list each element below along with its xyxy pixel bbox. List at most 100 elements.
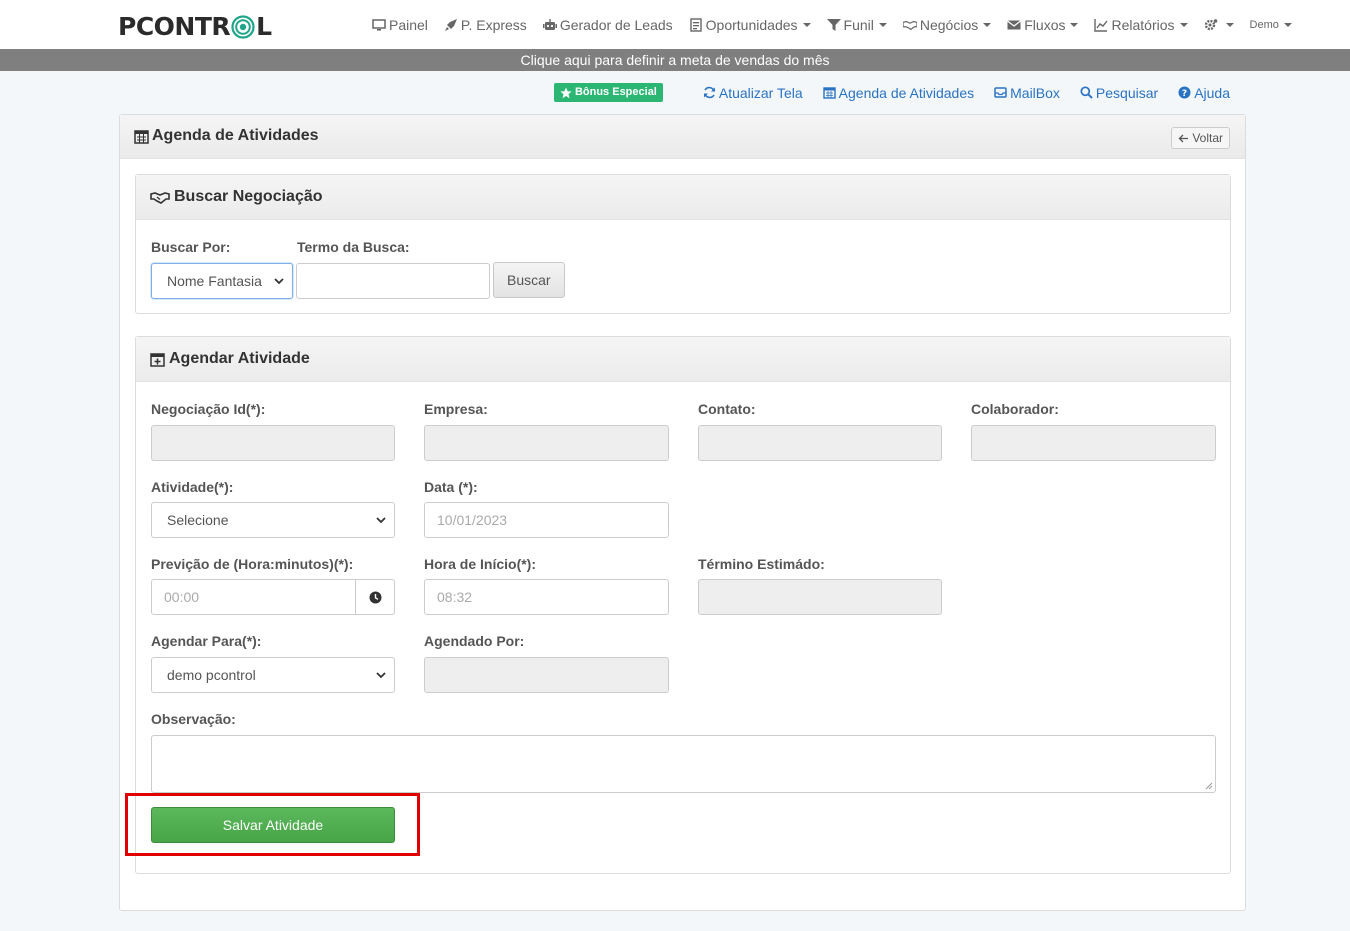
contact-label: Contato: xyxy=(698,401,756,417)
caret-down-icon xyxy=(1225,22,1234,27)
contact-field xyxy=(698,425,942,461)
nav-oportunidades[interactable]: Oportunidades xyxy=(689,17,811,33)
top-navbar: PCONTR L Painel P. Express Gerador de Le… xyxy=(0,0,1350,49)
agenda-panel-header: Agenda de Atividades Voltar xyxy=(120,115,1245,159)
search-link[interactable]: Pesquisar xyxy=(1080,85,1158,101)
refresh-icon xyxy=(703,86,715,99)
collaborator-label: Colaborador: xyxy=(971,401,1059,417)
caret-down-icon xyxy=(802,22,811,27)
search-icon xyxy=(1080,86,1093,99)
caret-down-icon xyxy=(983,22,992,27)
scheduled-by-label: Agendado Por: xyxy=(424,633,525,649)
back-label: Voltar xyxy=(1192,131,1223,145)
document-icon xyxy=(689,17,702,32)
assign-to-value: demo pcontrol xyxy=(167,667,256,683)
bonus-label: Bônus Especial xyxy=(574,86,657,98)
star-icon xyxy=(560,87,572,98)
chevron-down-icon xyxy=(274,277,284,284)
agenda-label: Agenda de Atividades xyxy=(838,84,975,101)
resize-grip-icon[interactable] xyxy=(1205,782,1213,790)
line-chart-icon xyxy=(1094,18,1109,32)
pcontrol-logo[interactable]: PCONTR L xyxy=(118,13,272,41)
nav-gerador-leads[interactable]: Gerador de Leads xyxy=(542,16,673,33)
nav-label: Oportunidades xyxy=(705,16,798,33)
caret-down-icon xyxy=(878,22,887,27)
back-button[interactable]: Voltar xyxy=(1171,127,1230,149)
schedule-panel-title-text: Agendar Atividade xyxy=(169,350,310,367)
agenda-panel: Agenda de Atividades Voltar Buscar Negoc… xyxy=(119,114,1246,911)
schedule-activity-panel: Agendar Atividade Negociação Id(*): Empr… xyxy=(135,336,1231,874)
agenda-link[interactable]: Agenda de Atividades xyxy=(822,84,975,101)
nav-funil[interactable]: Funil xyxy=(826,16,887,33)
chevron-down-icon xyxy=(376,516,386,523)
caret-down-icon xyxy=(1179,22,1188,27)
arrow-left-icon xyxy=(1178,134,1189,142)
caret-down-icon xyxy=(1070,22,1079,27)
question-circle-icon: ? xyxy=(1178,86,1191,99)
search-term-label: Termo da Busca: xyxy=(297,239,410,255)
sales-goal-banner[interactable]: Clique aqui para definir a meta de venda… xyxy=(0,49,1350,71)
calendar-icon xyxy=(134,129,149,144)
date-input[interactable]: 10/01/2023 xyxy=(424,502,669,538)
notes-label: Observação: xyxy=(151,711,236,727)
estimated-end-label: Término Estimádo: xyxy=(698,556,825,572)
date-label: Data (*): xyxy=(424,479,478,495)
search-panel-title-text: Buscar Negociação xyxy=(174,188,323,205)
nav-settings[interactable] xyxy=(1204,18,1234,32)
quick-toolbar: Bônus Especial Atualizar Tela Agenda de … xyxy=(553,82,1230,103)
nav-relatorios[interactable]: Relatórios xyxy=(1094,16,1188,33)
rocket-icon xyxy=(444,18,457,31)
help-link[interactable]: ? Ajuda xyxy=(1178,85,1230,101)
nav-label: Gerador de Leads xyxy=(559,16,673,33)
search-by-label: Buscar Por: xyxy=(151,239,231,255)
notes-textarea[interactable] xyxy=(151,735,1216,793)
activity-value: Selecione xyxy=(167,512,229,528)
svg-text:?: ? xyxy=(1182,89,1187,99)
clock-addon-button[interactable] xyxy=(355,579,395,615)
assign-to-label: Agendar Para(*): xyxy=(151,633,262,649)
inbox-icon xyxy=(994,87,1007,98)
gears-icon xyxy=(1204,18,1217,30)
envelope-icon xyxy=(1007,20,1022,29)
schedule-panel-header: Agendar Atividade xyxy=(136,337,1230,382)
search-negotiation-panel: Buscar Negociação Buscar Por: Termo da B… xyxy=(135,174,1231,314)
handshake-icon xyxy=(150,192,170,204)
activity-select[interactable]: Selecione xyxy=(151,502,395,538)
nav-p-express[interactable]: P. Express xyxy=(444,17,527,33)
help-label: Ajuda xyxy=(1194,84,1230,101)
nav-negocios[interactable]: Negócios xyxy=(902,17,992,33)
mailbox-link[interactable]: MailBox xyxy=(994,85,1060,101)
funnel-icon xyxy=(826,18,841,31)
robot-icon xyxy=(542,18,557,30)
start-time-label: Hora de Início(*): xyxy=(424,556,537,572)
handshake-icon xyxy=(902,20,917,30)
bonus-badge-button[interactable]: Bônus Especial xyxy=(553,83,663,102)
nav-user-menu[interactable]: Demo xyxy=(1250,19,1292,31)
nav-label: Relatórios xyxy=(1111,16,1175,33)
forecast-input[interactable]: 00:00 xyxy=(151,579,356,615)
main-menu: Painel P. Express Gerador de Leads Oport… xyxy=(372,0,1292,49)
refresh-link[interactable]: Atualizar Tela xyxy=(703,85,803,101)
page-title: Agenda de Atividades xyxy=(134,127,319,145)
negotiation-id-field xyxy=(151,425,395,461)
search-by-value: Nome Fantasia xyxy=(167,273,262,289)
assign-to-select[interactable]: demo pcontrol xyxy=(151,657,395,693)
company-field xyxy=(424,425,669,461)
nav-label: P. Express xyxy=(460,16,527,33)
search-by-select[interactable]: Nome Fantasia xyxy=(151,263,293,299)
start-time-input[interactable]: 08:32 xyxy=(424,579,669,615)
logo-text-left: PCONTR xyxy=(118,12,231,41)
company-label: Empresa: xyxy=(424,401,488,417)
search-term-input[interactable] xyxy=(296,263,490,299)
page-title-text: Agenda de Atividades xyxy=(152,127,319,144)
nav-label: Funil xyxy=(843,16,874,33)
save-activity-button[interactable]: Salvar Atividade xyxy=(151,807,395,843)
search-button[interactable]: Buscar xyxy=(493,262,565,298)
search-panel-title: Buscar Negociação xyxy=(150,188,323,206)
search-label: Pesquisar xyxy=(1095,84,1159,101)
search-panel-header: Buscar Negociação xyxy=(136,175,1230,220)
nav-painel[interactable]: Painel xyxy=(372,17,428,33)
logo-ring-icon xyxy=(231,15,255,39)
nav-fluxos[interactable]: Fluxos xyxy=(1007,17,1079,33)
calendar-icon xyxy=(822,87,836,99)
